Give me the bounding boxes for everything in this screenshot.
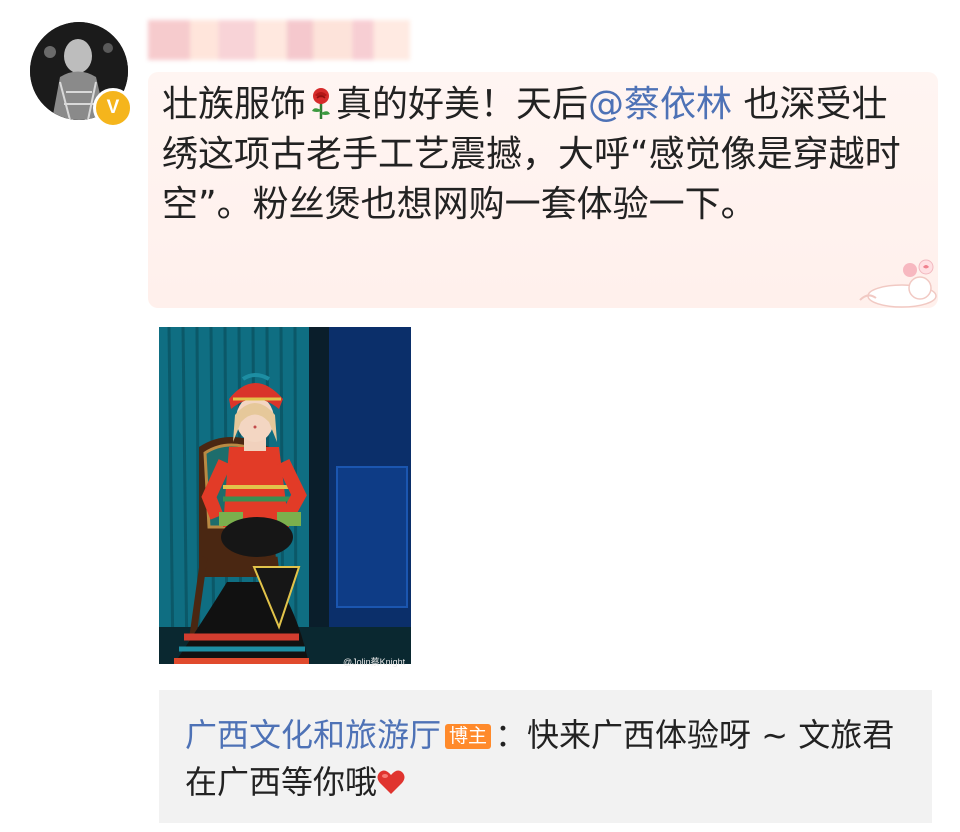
post-text-part1: 壮族服饰 bbox=[162, 84, 307, 125]
username-blurred[interactable] bbox=[148, 20, 410, 60]
red-heart-icon bbox=[377, 770, 405, 794]
mention-link[interactable]: @蔡依林 bbox=[588, 84, 732, 125]
post-text-part2: 真的好美！天后 bbox=[336, 84, 589, 125]
blogger-badge: 博主 bbox=[445, 724, 492, 749]
rose-icon bbox=[312, 88, 331, 119]
post-photo-image bbox=[159, 327, 411, 664]
post-text: 壮族服饰 真的好美！天后@蔡依林 也深受壮绣这项古老手工艺震撼，大呼“感觉像是穿越… bbox=[162, 80, 922, 230]
verified-icon: V bbox=[93, 88, 133, 128]
post-photo[interactable] bbox=[159, 327, 411, 664]
cat-icon bbox=[859, 259, 937, 308]
top-comment: 广西文化和旅游厅 博主 ：快来广西体验呀 ~ 文旅君在广西等你哦 bbox=[185, 712, 915, 806]
comment-author[interactable]: 广西文化和旅游厅 bbox=[185, 716, 441, 754]
weibo-post: V 壮族服饰 真的好美！天后@蔡依林 也深受壮绣这项古老手工艺震撼，大呼“感觉像是… bbox=[0, 0, 960, 832]
image-watermark: @Jolin蔡Knight bbox=[343, 657, 406, 667]
